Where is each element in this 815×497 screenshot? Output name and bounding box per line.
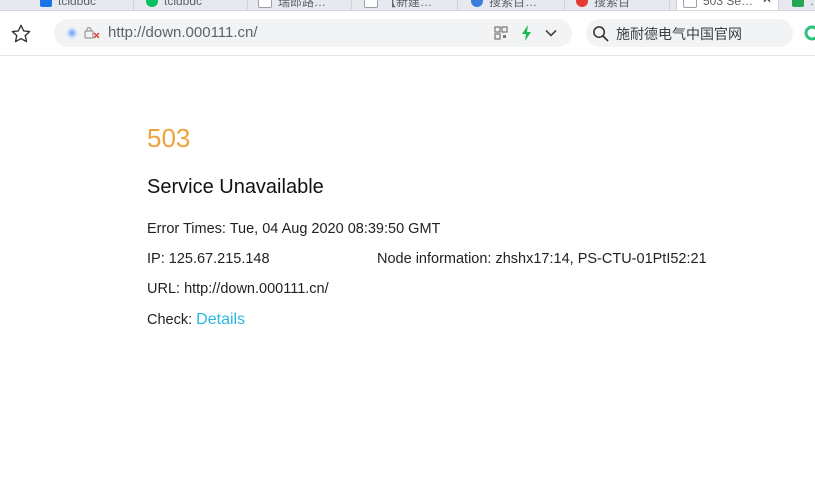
page-favicon-icon [258, 0, 272, 8]
bar-chart-favicon-icon [40, 0, 52, 7]
search-input[interactable]: 施耐德电气中国官网 [616, 24, 742, 44]
insecure-lock-icon[interactable] [84, 26, 100, 40]
red-circle-favicon-icon [576, 0, 588, 7]
ip-address: IP: 125.67.215.148 [147, 251, 270, 267]
error-code: 503 [147, 123, 191, 153]
tab-active[interactable]: 503 Se… ✕ [676, 0, 779, 10]
browser-toolbar: http://down.000111.cn/ 施耐德电气中国官网 [0, 11, 815, 56]
node-information: Node information: zhshx17:14, PS-CTU-01P… [377, 251, 707, 267]
url-line: URL: http://down.000111.cn/ [147, 281, 329, 297]
chevron-down-icon[interactable] [544, 26, 558, 40]
tab-5[interactable]: 搜索百… [465, 0, 565, 10]
page-favicon-icon [683, 0, 697, 8]
tab-label: tcidbdc [58, 0, 97, 8]
green-favicon-icon [792, 0, 804, 7]
close-icon[interactable]: ✕ [762, 0, 772, 6]
tab-label: 搜索百… [489, 0, 538, 9]
error-title: Service Unavailable [147, 176, 324, 198]
tab-2[interactable]: tcidbdc [140, 0, 248, 10]
check-line: Check: Details [147, 311, 245, 329]
tab-4[interactable]: 【新建… [358, 0, 458, 10]
search-icon[interactable] [592, 25, 609, 42]
tab-1[interactable]: tcidbdc [34, 0, 134, 10]
tab-label: 503 Se… [703, 0, 754, 8]
error-page: 503 Service Unavailable Error Times: Tue… [147, 121, 707, 328]
tab-6[interactable]: 搜索百 [570, 0, 670, 10]
address-bar[interactable]: http://down.000111.cn/ [54, 19, 572, 47]
extension-icon[interactable] [804, 25, 815, 41]
tab-label: … [810, 0, 815, 8]
tab-3[interactable]: 瑞郎路… [252, 0, 352, 10]
tab-label: 【新建… [384, 0, 433, 9]
security-shield-icon[interactable] [66, 27, 78, 39]
url-text[interactable]: http://down.000111.cn/ [108, 24, 258, 41]
page-favicon-icon [364, 0, 378, 8]
wechat-favicon-icon [146, 0, 158, 7]
tab-8[interactable]: … [786, 0, 815, 10]
tab-label: 瑞郎路… [278, 0, 327, 9]
bookmark-star-icon[interactable] [10, 23, 32, 45]
check-label: Check: [147, 312, 197, 328]
tab-label: tcidbdc [164, 0, 203, 8]
paw-favicon-icon [471, 0, 483, 7]
tab-label: 搜索百 [594, 0, 631, 9]
qr-code-icon[interactable] [494, 26, 508, 40]
error-times: Error Times: Tue, 04 Aug 2020 08:39:50 G… [147, 221, 441, 237]
details-link[interactable]: Details [196, 311, 245, 328]
search-box[interactable]: 施耐德电气中国官网 [586, 19, 793, 47]
lightning-icon[interactable] [520, 25, 534, 41]
tab-strip: tcidbdc tcidbdc 瑞郎路… 【新建… 搜索百… 搜索百 503 S… [0, 0, 815, 11]
